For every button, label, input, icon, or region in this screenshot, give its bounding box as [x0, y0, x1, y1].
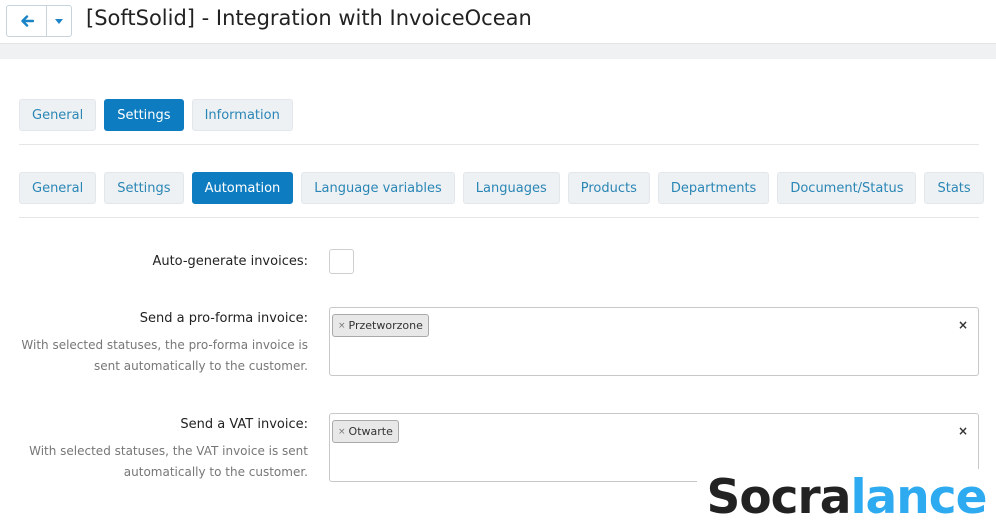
vat-label: Send a VAT invoice:	[180, 417, 308, 432]
subtab-departments[interactable]: Departments	[657, 172, 770, 204]
watermark-part2: lance	[850, 469, 987, 525]
subtab-general[interactable]: General	[19, 172, 97, 204]
clear-selection-icon[interactable]: ×	[958, 424, 968, 438]
vat-selected-chip: × Otwarte	[332, 420, 399, 443]
chip-remove-icon[interactable]: ×	[338, 321, 346, 331]
tab-settings[interactable]: Settings	[104, 99, 184, 131]
proforma-hint-line2: sent automatically to the customer.	[94, 359, 308, 373]
subtab-automation[interactable]: Automation	[191, 172, 294, 204]
page-title: [SoftSolid] - Integration with InvoiceOc…	[86, 6, 532, 30]
back-button[interactable]	[7, 6, 47, 36]
proforma-status-select[interactable]: × Przetworzone ×	[329, 307, 979, 376]
socralance-watermark: Socra lance	[697, 469, 996, 525]
subtab-document-status[interactable]: Document/Status	[777, 172, 917, 204]
subtab-settings[interactable]: Settings	[104, 172, 184, 204]
page-header: [SoftSolid] - Integration with InvoiceOc…	[0, 0, 996, 44]
caret-down-icon	[55, 18, 63, 24]
subtabs-divider	[19, 217, 979, 218]
chip-label: Przetworzone	[348, 319, 423, 332]
proforma-hint-line1: With selected statuses, the pro-forma in…	[21, 338, 308, 352]
chip-remove-icon[interactable]: ×	[338, 427, 346, 437]
sub-tabs: General Settings Automation Language var…	[19, 172, 984, 204]
tabs-divider	[19, 144, 979, 145]
header-shadow-band	[0, 44, 996, 59]
subtab-language-variables[interactable]: Language variables	[301, 172, 455, 204]
back-button-group	[6, 5, 72, 37]
auto-generate-label: Auto-generate invoices:	[152, 254, 308, 269]
proforma-label: Send a pro-forma invoice:	[139, 311, 308, 326]
watermark-part1: Socra	[706, 469, 852, 525]
vat-hint-line2: automatically to the customer.	[123, 465, 308, 479]
main-tabs: General Settings Information	[19, 99, 293, 131]
vat-hint-line1: With selected statuses, the VAT invoice …	[29, 444, 308, 458]
tab-general[interactable]: General	[19, 99, 97, 131]
auto-generate-checkbox[interactable]	[329, 249, 354, 274]
proforma-selected-chip: × Przetworzone	[332, 314, 429, 337]
subtab-products[interactable]: Products	[567, 172, 650, 204]
clear-selection-icon[interactable]: ×	[958, 318, 968, 332]
back-dropdown-button[interactable]	[47, 6, 71, 36]
subtab-stats[interactable]: Stats	[924, 172, 984, 204]
subtab-languages[interactable]: Languages	[462, 172, 560, 204]
arrow-left-icon	[20, 15, 34, 27]
chip-label: Otwarte	[348, 425, 393, 438]
tab-information[interactable]: Information	[191, 99, 293, 131]
